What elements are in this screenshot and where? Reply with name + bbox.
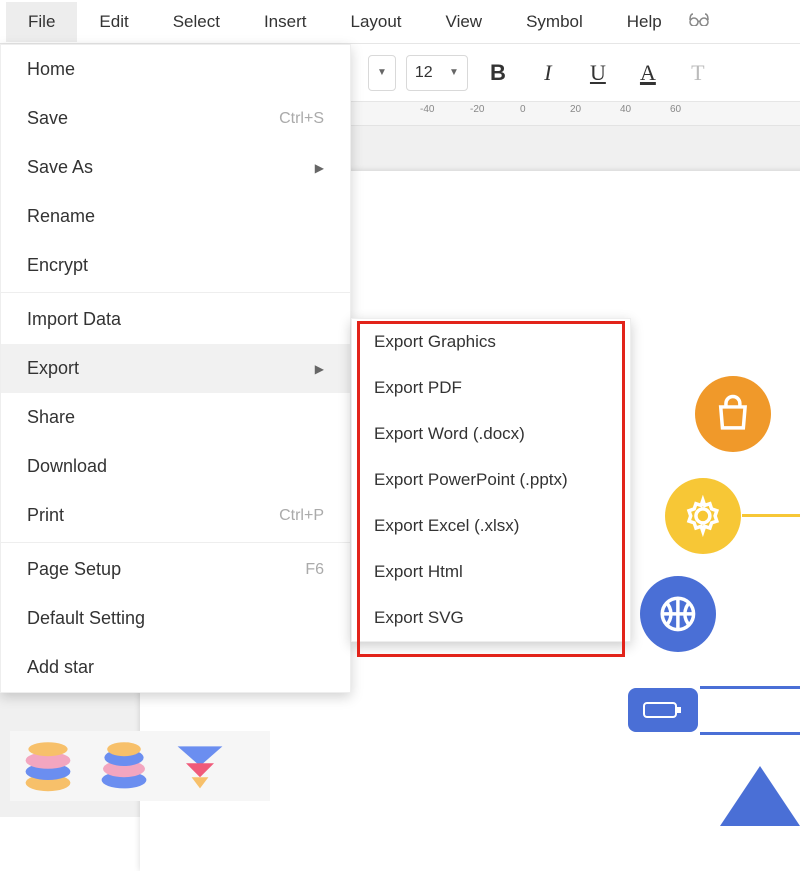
label: Encrypt [27, 255, 88, 276]
chevron-down-icon: ▼ [377, 67, 387, 78]
connector-line [700, 686, 800, 689]
menu-help[interactable]: Help [605, 2, 684, 42]
menu-item-default-setting[interactable]: Default Setting [1, 594, 350, 643]
label: Print [27, 505, 64, 526]
font-size-select[interactable]: 12 ▼ [406, 55, 468, 91]
label: Export Html [374, 562, 463, 582]
battery-icon[interactable] [628, 688, 698, 732]
submenu-export-graphics[interactable]: Export Graphics [352, 319, 630, 365]
preview-icon[interactable] [684, 4, 714, 39]
file-menu-dropdown: Home SaveCtrl+S Save As▶ Rename Encrypt … [0, 44, 351, 693]
menu-item-page-setup[interactable]: Page Setup F6 [1, 545, 350, 594]
menu-item-share[interactable]: Share [1, 393, 350, 442]
ruler-tick: -40 [420, 104, 434, 115]
shortcut: F6 [305, 561, 324, 579]
italic-button[interactable]: I [528, 55, 568, 91]
menu-item-add-star[interactable]: Add star [1, 643, 350, 692]
connector-line [742, 514, 800, 517]
label: Add star [27, 657, 94, 678]
label: Share [27, 407, 75, 428]
label: Import Data [27, 309, 121, 330]
menu-item-home[interactable]: Home [1, 45, 350, 94]
stack-shape-1[interactable] [20, 738, 76, 794]
label: Download [27, 456, 107, 477]
submenu-arrow-icon: ▶ [315, 362, 324, 376]
menu-insert[interactable]: Insert [242, 2, 329, 42]
font-color-button[interactable]: A [628, 55, 668, 91]
funnel-shape[interactable] [172, 738, 228, 794]
label: Export [27, 358, 79, 379]
label: Export PDF [374, 378, 462, 398]
ruler-tick: -20 [470, 104, 484, 115]
label: Default Setting [27, 608, 145, 629]
submenu-export-pdf[interactable]: Export PDF [352, 365, 630, 411]
label: Export Graphics [374, 332, 496, 352]
ruler-tick: 40 [620, 104, 631, 115]
menu-select[interactable]: Select [151, 2, 242, 42]
submenu-export-excel[interactable]: Export Excel (.xlsx) [352, 503, 630, 549]
menubar: File Edit Select Insert Layout View Symb… [0, 0, 800, 44]
gear-icon[interactable] [665, 478, 741, 554]
menu-item-export[interactable]: Export ▶ [1, 344, 350, 393]
label: Save As [27, 157, 93, 178]
shape-shelf [10, 731, 270, 801]
label: Save [27, 108, 68, 129]
menu-item-save-as[interactable]: Save As ▶ [1, 143, 350, 192]
text-case-button[interactable]: T [678, 55, 718, 91]
shortcut: Ctrl+P [279, 507, 324, 525]
label: Page Setup [27, 559, 121, 580]
submenu-export-word[interactable]: Export Word (.docx) [352, 411, 630, 457]
submenu-arrow-icon: ▶ [315, 161, 324, 175]
label: Home [27, 59, 75, 80]
font-size-value: 12 [415, 64, 433, 82]
chevron-down-icon: ▼ [449, 67, 459, 78]
underline-button[interactable]: U [578, 55, 618, 91]
separator [1, 542, 350, 543]
connector-line [700, 732, 800, 735]
menu-item-print[interactable]: Print Ctrl+P [1, 491, 350, 540]
font-family-select[interactable]: ▼ [368, 55, 396, 91]
menu-file[interactable]: File [6, 2, 77, 42]
menu-item-import-data[interactable]: Import Data [1, 295, 350, 344]
ruler-tick: 0 [520, 104, 526, 115]
ruler-tick: 60 [670, 104, 681, 115]
label: Export SVG [374, 608, 464, 628]
ruler-tick: 20 [570, 104, 581, 115]
basketball-icon[interactable] [640, 576, 716, 652]
shopping-bag-icon[interactable] [695, 376, 771, 452]
menu-symbol[interactable]: Symbol [504, 2, 605, 42]
label: Export Word (.docx) [374, 424, 525, 444]
export-submenu: Export Graphics Export PDF Export Word (… [351, 318, 631, 642]
label: Export Excel (.xlsx) [374, 516, 519, 536]
label: Rename [27, 206, 95, 227]
submenu-export-powerpoint[interactable]: Export PowerPoint (.pptx) [352, 457, 630, 503]
shortcut: Ctrl+S [279, 110, 324, 128]
bold-button[interactable]: B [478, 55, 518, 91]
menu-layout[interactable]: Layout [328, 2, 423, 42]
menu-item-encrypt[interactable]: Encrypt [1, 241, 350, 290]
menu-item-download[interactable]: Download [1, 442, 350, 491]
submenu-export-svg[interactable]: Export SVG [352, 595, 630, 641]
menu-edit[interactable]: Edit [77, 2, 150, 42]
label: Export PowerPoint (.pptx) [374, 470, 568, 490]
submenu-export-html[interactable]: Export Html [352, 549, 630, 595]
menu-item-save[interactable]: Save Ctrl+S [1, 94, 350, 143]
menu-view[interactable]: View [424, 2, 505, 42]
triangle-shape [720, 766, 800, 826]
menu-item-rename[interactable]: Rename [1, 192, 350, 241]
stack-shape-2[interactable] [96, 738, 152, 794]
separator [1, 292, 350, 293]
